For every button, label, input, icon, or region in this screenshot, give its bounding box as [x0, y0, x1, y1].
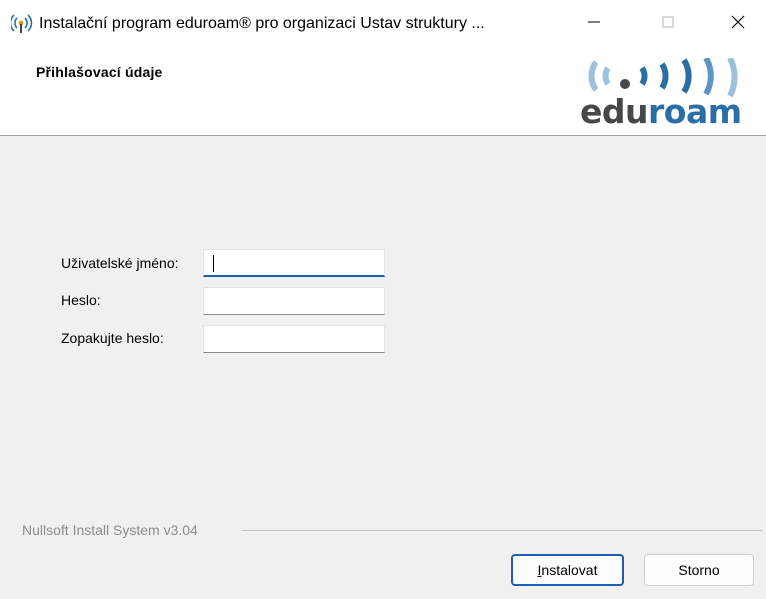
close-button[interactable] — [710, 0, 766, 44]
cancel-button[interactable]: Storno — [644, 554, 754, 586]
password-input[interactable] — [203, 287, 385, 315]
username-input[interactable] — [203, 249, 385, 277]
close-icon — [731, 15, 745, 29]
install-button[interactable]: Instalovat — [511, 554, 624, 586]
logo-text: eduroam — [580, 92, 742, 131]
window-title: Instalační program eduroam® pro organiza… — [39, 15, 485, 32]
repeat-password-label: Zopakujte heslo: — [61, 330, 164, 346]
minimize-button[interactable] — [566, 0, 622, 44]
antenna-icon — [9, 14, 33, 34]
logo-text-roam: roam — [648, 92, 742, 131]
text-caret — [213, 255, 214, 272]
page-title: Přihlašovací údaje — [36, 64, 163, 80]
maximize-icon — [662, 16, 674, 28]
maximize-button — [640, 0, 696, 44]
minimize-icon — [588, 21, 600, 23]
cancel-label: Storno — [678, 562, 720, 578]
header-panel: Přihlašovací údaje eduroam — [0, 44, 766, 136]
title-bar[interactable]: Instalační program eduroam® pro organiza… — [0, 0, 766, 44]
branding-divider — [242, 530, 762, 531]
branding-text: Nullsoft Install System v3.04 — [22, 522, 198, 538]
username-label: Uživatelské jméno: — [61, 255, 179, 271]
installer-window: Instalační program eduroam® pro organiza… — [0, 0, 766, 599]
install-label: nstalovat — [541, 562, 598, 578]
logo-text-edu: edu — [580, 92, 649, 131]
repeat-password-input[interactable] — [203, 325, 385, 353]
password-label: Heslo: — [61, 292, 101, 308]
eduroam-logo: eduroam — [580, 58, 760, 132]
